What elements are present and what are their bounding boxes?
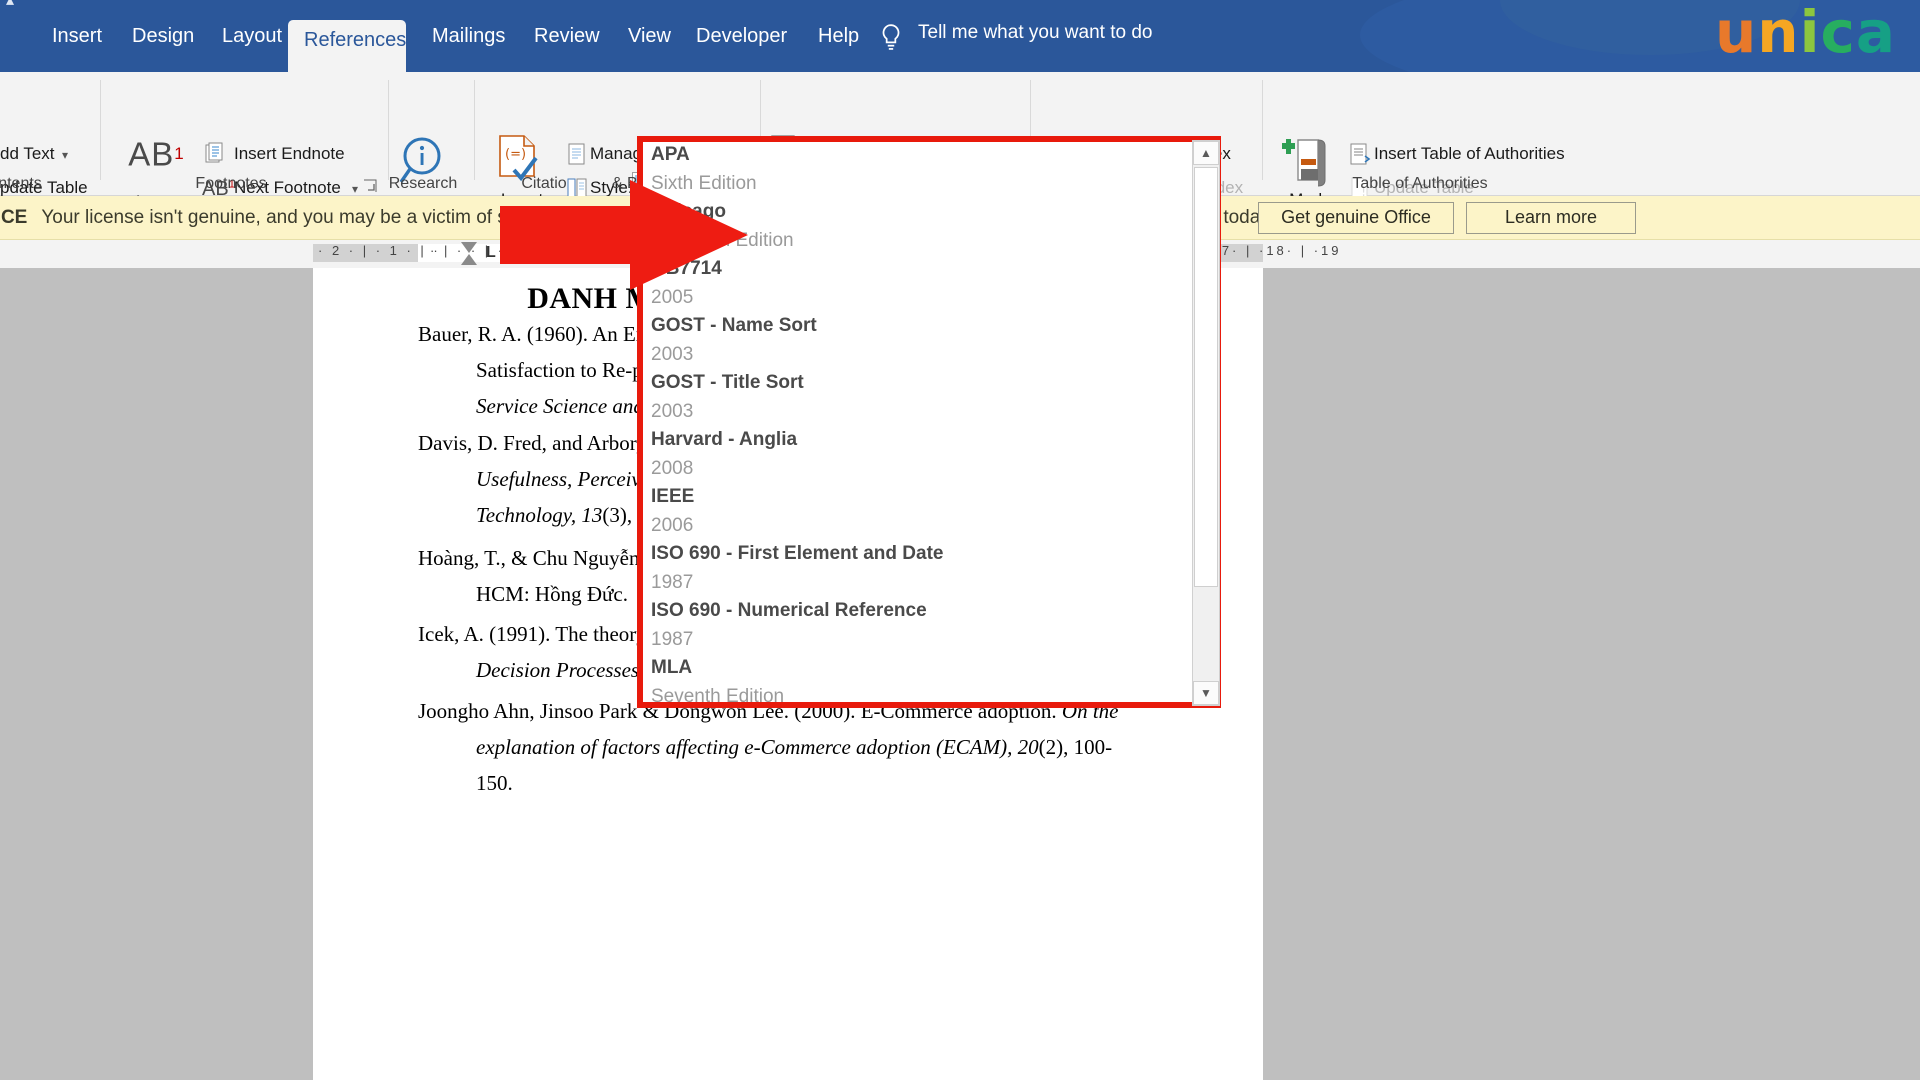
group-label-footnotes: Footnotes: [195, 175, 267, 192]
tab-view[interactable]: View: [612, 20, 687, 72]
style-option-name[interactable]: APA: [651, 144, 690, 166]
style-option-edition[interactable]: 2006: [651, 515, 693, 537]
style-option-name[interactable]: GOST - Title Sort: [651, 372, 804, 394]
tab-developer[interactable]: Developer: [680, 20, 803, 72]
style-option-edition[interactable]: 2005: [651, 287, 693, 309]
reference-line: 150.: [476, 771, 513, 795]
style-option-edition[interactable]: 2008: [651, 458, 693, 480]
scroll-up-arrow-icon[interactable]: ▲: [1193, 141, 1219, 165]
style-option-name[interactable]: IEEE: [651, 486, 694, 508]
style-option-edition[interactable]: 1987: [651, 572, 693, 594]
style-option-edition[interactable]: 1987: [651, 629, 693, 651]
insert-table-of-authorities-button[interactable]: Insert Table of Authorities: [1374, 144, 1565, 164]
insert-endnote-button[interactable]: Insert Endnote: [234, 144, 345, 164]
tab-design[interactable]: Design: [116, 20, 210, 72]
chevron-down-icon-next-footnote[interactable]: ▾: [352, 182, 358, 196]
footnotes-dialog-launcher-icon[interactable]: [362, 178, 378, 194]
hanging-indent-marker[interactable]: [461, 254, 477, 265]
manage-sources-icon: [568, 143, 585, 165]
tab-help[interactable]: Help: [802, 20, 875, 72]
first-line-indent-marker[interactable]: [461, 242, 477, 253]
tab-review[interactable]: Review: [518, 20, 616, 72]
left-tab-stop-marker[interactable]: L: [486, 244, 496, 262]
reference-entry-5: Joongho Ahn, Jinsoo Park & Dongwon Lee. …: [418, 693, 1238, 801]
group-separator-2: [388, 80, 389, 180]
ab-superscript: 1: [174, 144, 184, 163]
learn-more-button[interactable]: Learn more: [1466, 201, 1636, 234]
style-option-edition[interactable]: 2003: [651, 344, 693, 366]
style-option-name[interactable]: Harvard - Anglia: [651, 429, 797, 451]
style-option-edition[interactable]: 2003: [651, 401, 693, 423]
window-title-stub: ▴: [6, 0, 15, 9]
ribbon-tab-bar: ▴ Insert Design Layout References Mailin…: [0, 0, 1920, 72]
unica-logo: unica: [1714, 0, 1896, 66]
style-option-name[interactable]: ISO 690 - First Element and Date: [651, 543, 943, 565]
group-label-toc: ntents: [0, 175, 42, 192]
get-genuine-office-button[interactable]: Get genuine Office: [1258, 201, 1454, 234]
tab-insert[interactable]: Insert: [36, 20, 118, 72]
group-separator-6: [1262, 80, 1263, 180]
svg-text:(=): (=): [505, 147, 526, 162]
style-option-name[interactable]: MLA: [651, 657, 692, 679]
banner-bold-label: NE OFFICE: [0, 206, 28, 228]
tab-references[interactable]: References: [288, 20, 406, 72]
ab-footnote-glyph: AB1: [116, 138, 196, 171]
ab-text: AB: [128, 135, 175, 173]
reference-line: explanation of factors affecting e-Comme…: [476, 735, 1113, 759]
chevron-down-icon[interactable]: ▾: [62, 148, 68, 162]
group-label-authorities: Table of Authorities: [1352, 175, 1488, 192]
style-option-name[interactable]: GOST - Name Sort: [651, 315, 817, 337]
insert-table-of-authorities-icon: [1350, 143, 1371, 165]
group-separator: [100, 80, 101, 180]
group-label-research: Research: [388, 175, 458, 192]
scrollbar-thumb[interactable]: [1194, 167, 1218, 587]
tell-me-box[interactable]: Tell me what you want to do: [918, 22, 1152, 44]
tab-layout[interactable]: Layout: [206, 20, 298, 72]
tab-mailings[interactable]: Mailings: [416, 20, 521, 72]
ruler-ticks-left: · 2 · | · 1 · | ·: [318, 243, 441, 258]
style-option-name[interactable]: ISO 690 - Numerical Reference: [651, 600, 927, 622]
style-option-edition[interactable]: Seventh Edition: [651, 686, 784, 702]
group-separator-3: [474, 80, 475, 180]
style-dropdown-scrollbar[interactable]: ▲ ▼: [1192, 140, 1220, 706]
insert-endnote-icon: [205, 142, 223, 163]
add-text-button[interactable]: dd Text: [0, 144, 55, 164]
lightbulb-icon: [882, 24, 900, 50]
red-arrow-annotation: [500, 180, 748, 290]
scroll-down-arrow-icon[interactable]: ▼: [1193, 681, 1219, 705]
